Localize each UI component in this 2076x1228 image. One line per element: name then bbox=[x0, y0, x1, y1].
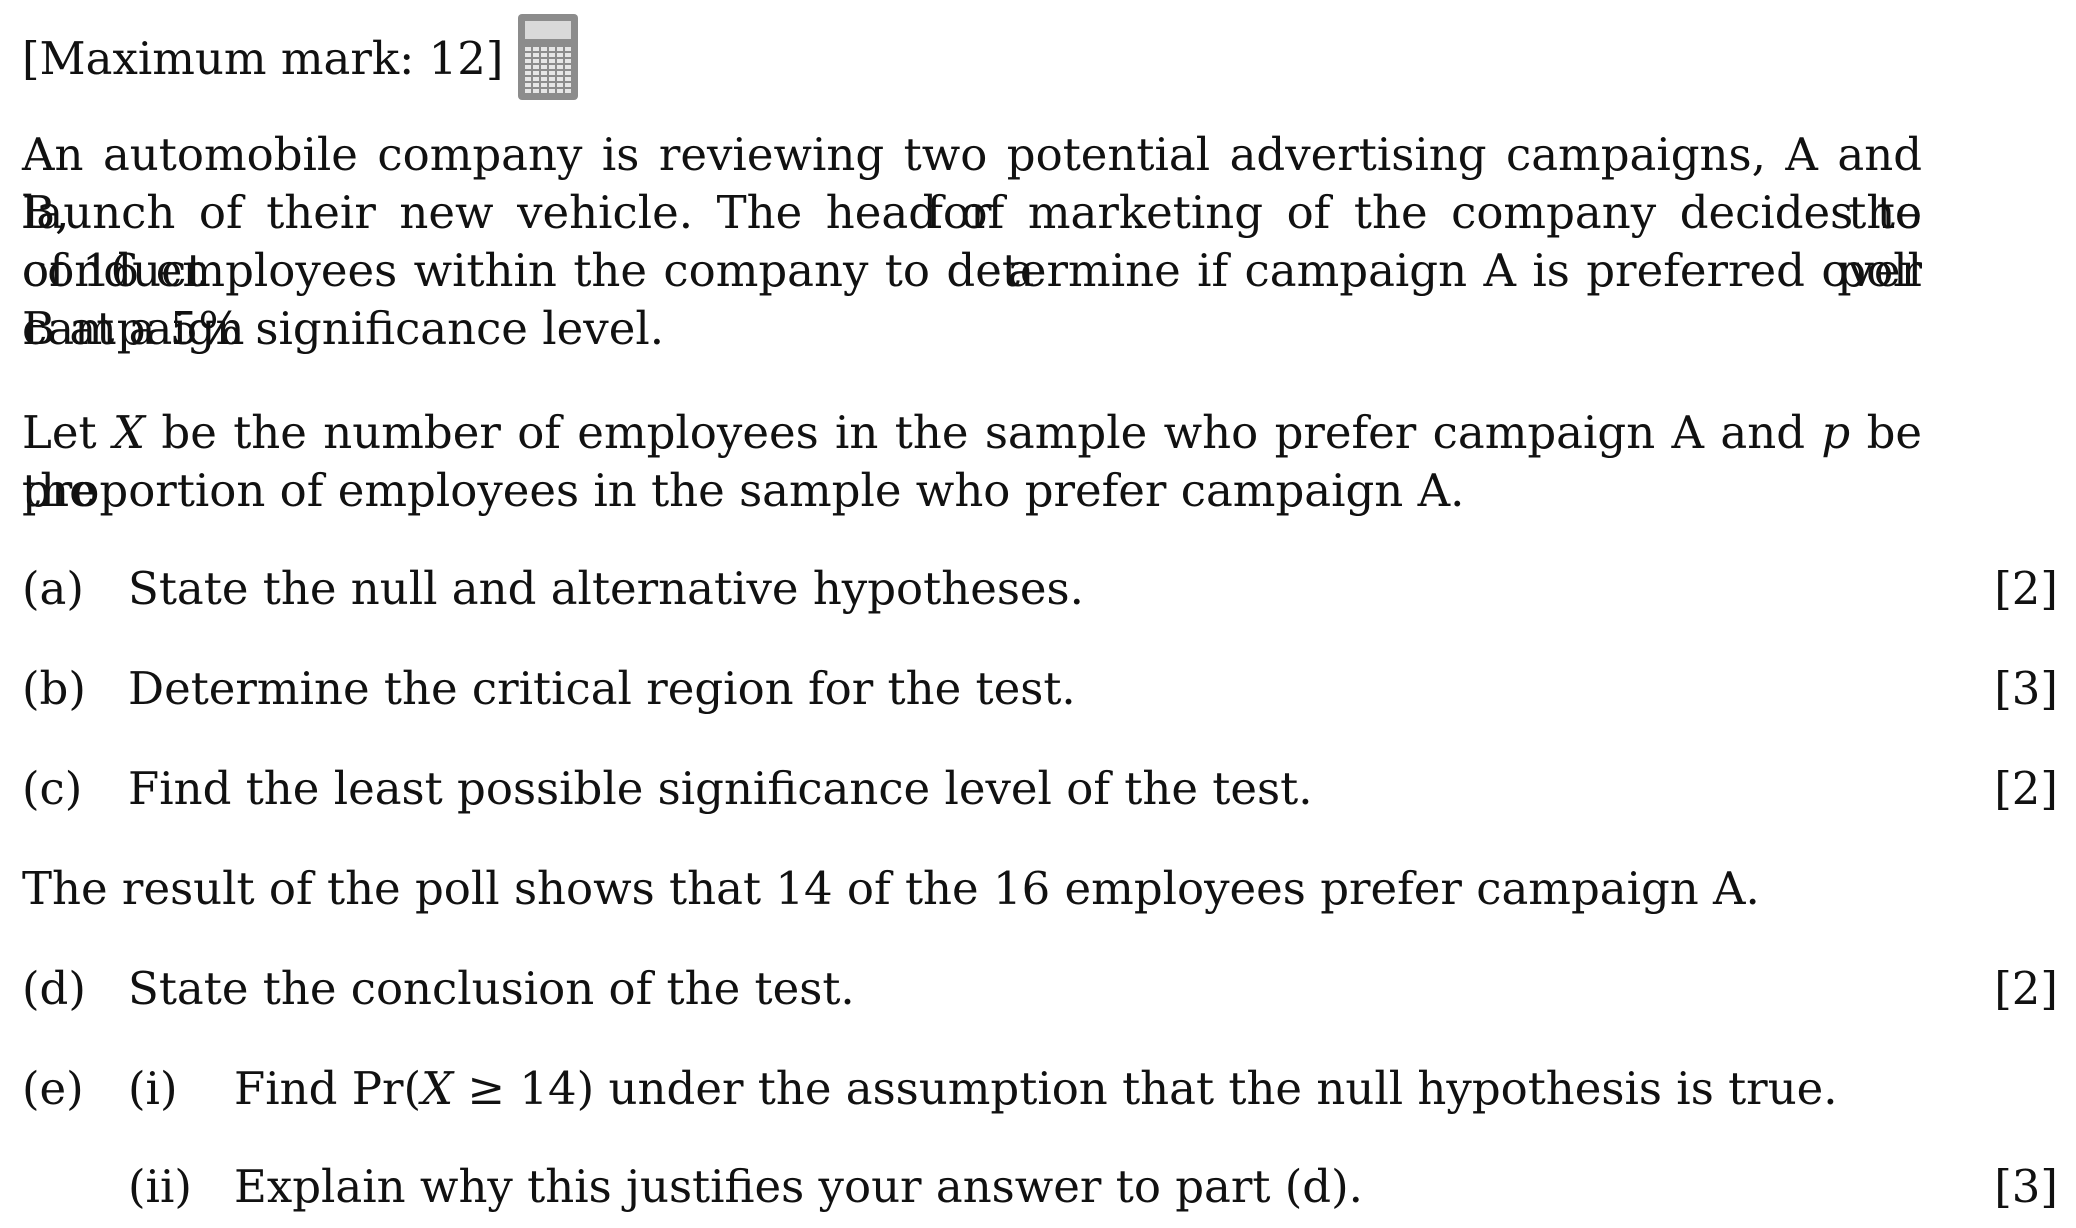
part-b-text: Determine the critical region for the te… bbox=[128, 662, 1076, 715]
intro-line-4: B at a 5% significance level. bbox=[22, 302, 665, 355]
part-c-mark: [2] bbox=[1994, 762, 2058, 815]
part-b-mark: [3] bbox=[1994, 662, 2058, 715]
part-e-label: (e) bbox=[22, 1062, 84, 1115]
part-c-label: (c) bbox=[22, 762, 83, 815]
maximum-mark: [Maximum mark: 12] bbox=[22, 32, 504, 85]
part-d-mark: [2] bbox=[1994, 962, 2058, 1015]
definition-text-b: be the number of employees in the sample… bbox=[161, 406, 1806, 459]
part-a-text: State the null and alternative hypothese… bbox=[128, 562, 1084, 615]
calculator-icon bbox=[518, 14, 578, 100]
variable-p: p bbox=[1821, 406, 1851, 459]
poll-result: The result of the poll shows that 14 of … bbox=[22, 862, 1760, 915]
part-d-label: (d) bbox=[22, 962, 86, 1015]
part-a-mark: [2] bbox=[1994, 562, 2058, 615]
part-a-label: (a) bbox=[22, 562, 84, 615]
variable-x-e: X bbox=[421, 1062, 454, 1115]
definition-line-2: proportion of employees in the sample wh… bbox=[22, 464, 1465, 517]
part-e-mark: [3] bbox=[1994, 1160, 2058, 1213]
part-e-i-text-b: ≥ 14) under the assumption that the null… bbox=[453, 1062, 1838, 1115]
part-e-ii-label: (ii) bbox=[128, 1160, 192, 1213]
part-e-i-text: Find Pr(X ≥ 14) under the assumption tha… bbox=[234, 1060, 1838, 1118]
part-e-ii-text: Explain why this justifies your answer t… bbox=[234, 1160, 1363, 1213]
part-e-i-label: (i) bbox=[128, 1062, 178, 1115]
definition-text-a: Let bbox=[22, 406, 97, 459]
part-c-text: Find the least possible significance lev… bbox=[128, 762, 1313, 815]
variable-x: X bbox=[112, 406, 146, 459]
part-b-label: (b) bbox=[22, 662, 86, 715]
part-d-text: State the conclusion of the test. bbox=[128, 962, 855, 1015]
part-e-i-text-a: Find Pr( bbox=[234, 1062, 422, 1115]
